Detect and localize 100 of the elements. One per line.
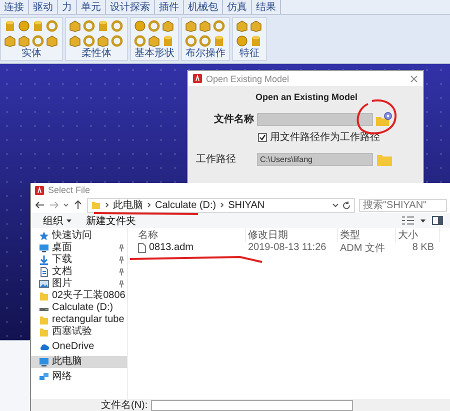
up-arrow-icon[interactable] <box>73 200 83 210</box>
ribbon-tab[interactable]: 设计探索 <box>106 0 155 14</box>
pin-icon[interactable] <box>118 256 125 264</box>
working-directory-field[interactable]: C:\Users\lifang <box>257 152 373 166</box>
ring-icon[interactable] <box>83 34 95 46</box>
group-label: 柔性体 <box>82 48 112 60</box>
address-bar[interactable]: 此电脑 Calculate (D:) SHIYAN <box>87 198 355 212</box>
box-icon[interactable] <box>46 34 58 46</box>
ribbon-tab[interactable]: 单元 <box>77 0 106 14</box>
file-name: 0813.adm <box>149 242 194 253</box>
sidebar-item[interactable]: Calculate (D:) <box>31 302 116 314</box>
box-icon[interactable] <box>162 20 174 32</box>
column-header[interactable]: 修改日期 <box>246 228 338 242</box>
search-field[interactable]: 搜索"SHIYAN" <box>359 198 447 212</box>
organize-button[interactable]: 组织 <box>39 214 76 228</box>
ring-icon[interactable] <box>134 34 146 46</box>
box-icon[interactable] <box>97 34 109 46</box>
network-icon <box>39 372 49 382</box>
sidebar-item[interactable]: 图片 <box>31 278 75 290</box>
box-icon[interactable] <box>148 34 160 46</box>
star-icon <box>39 231 49 241</box>
ribbon-tab[interactable]: 插件 <box>155 0 184 14</box>
window-title: Select File <box>48 185 90 195</box>
ribbon-tab[interactable]: 力 <box>58 0 77 14</box>
table-cell-text: ADM 文件 <box>339 242 386 254</box>
preview-pane-icon[interactable] <box>432 216 443 225</box>
box-icon[interactable] <box>69 20 81 32</box>
box-icon[interactable] <box>236 20 248 32</box>
close-icon[interactable] <box>410 74 418 82</box>
box-icon[interactable] <box>250 20 262 32</box>
ring-icon[interactable] <box>46 20 58 32</box>
field-label: 文件名称 <box>213 112 254 126</box>
view-list-icon[interactable] <box>402 216 414 225</box>
caret-icon[interactable] <box>332 201 339 209</box>
box-icon[interactable] <box>69 34 81 46</box>
sidebar-item[interactable]: 下载 <box>31 254 75 266</box>
sidebar-item[interactable]: 西塞试验 <box>31 326 95 338</box>
ribbon-tab[interactable]: 机械包 <box>184 0 223 14</box>
breadcrumb-item[interactable]: Calculate (D:) <box>155 200 216 210</box>
cylinder-icon[interactable] <box>250 34 262 46</box>
sidebar-item[interactable]: 网络 <box>31 371 75 383</box>
ribbon-tab[interactable]: 连接 <box>0 0 29 14</box>
ball-icon[interactable] <box>134 20 146 32</box>
ribbon-tab[interactable]: 结果 <box>252 0 281 14</box>
ring-icon[interactable] <box>111 20 123 32</box>
ring-icon[interactable] <box>148 20 160 32</box>
sidebar-item[interactable]: 文档 <box>31 266 75 278</box>
cloud-icon <box>39 342 49 352</box>
app-icon <box>193 74 202 83</box>
box-icon[interactable] <box>18 34 30 46</box>
ring-icon[interactable] <box>111 34 123 46</box>
ring-icon[interactable] <box>32 34 44 46</box>
refresh-icon[interactable] <box>342 200 351 210</box>
box-icon[interactable] <box>185 20 197 32</box>
ring-icon[interactable] <box>83 20 95 32</box>
file-row[interactable]: 0813.adm 2019-08-13 11:26 ADM 文件 8 KB <box>136 241 450 254</box>
ball-icon[interactable] <box>18 20 30 32</box>
breadcrumb-item[interactable]: SHIYAN <box>228 200 265 210</box>
sidebar-item[interactable]: 快速访问 <box>31 230 95 242</box>
dialog-heading: Open an Existing Model <box>255 92 358 102</box>
sidebar-item[interactable]: OneDrive <box>31 341 98 353</box>
new-folder-button[interactable]: 新建文件夹 <box>82 214 140 228</box>
cylinder-icon[interactable] <box>32 20 44 32</box>
group-label: 特征 <box>240 48 260 60</box>
breadcrumb-item[interactable]: 此电脑 <box>113 198 143 212</box>
sidebar-item[interactable]: 02夹子工装0806 <box>31 290 128 302</box>
ribbon-tab[interactable]: 仿真 <box>223 0 252 14</box>
column-header[interactable]: 类型 <box>338 228 396 242</box>
cylinder-icon[interactable] <box>213 34 225 46</box>
checkbox[interactable] <box>258 132 267 142</box>
cylinder-icon[interactable] <box>4 20 16 32</box>
sidebar-item[interactable]: 此电脑 <box>31 356 127 368</box>
folder-icon <box>39 291 49 301</box>
box-icon[interactable] <box>199 20 211 32</box>
folder-gear-icon[interactable] <box>376 112 393 126</box>
ring-icon[interactable] <box>185 34 197 46</box>
table-cell-text: 2019-08-13 11:26 <box>247 242 328 253</box>
box-icon[interactable] <box>4 34 16 46</box>
back-arrow-icon[interactable] <box>35 200 45 210</box>
cylinder-icon[interactable] <box>162 34 174 46</box>
computer-icon <box>39 357 49 367</box>
ball-icon[interactable] <box>236 34 248 46</box>
caret-icon <box>66 218 72 224</box>
column-header[interactable]: 大小 <box>396 228 440 242</box>
sidebar-item[interactable]: rectangular tube <box>31 314 128 326</box>
file-name-field[interactable] <box>257 112 373 126</box>
ring-icon[interactable] <box>199 34 211 46</box>
ring-icon[interactable] <box>213 20 225 32</box>
ribbon-tab[interactable]: 驱动 <box>29 0 58 14</box>
column-header[interactable]: 名称 <box>136 228 246 242</box>
chevron-icon <box>146 201 152 209</box>
pin-icon[interactable] <box>118 244 125 252</box>
file-name-field[interactable] <box>150 400 353 410</box>
pin-icon[interactable] <box>118 280 125 288</box>
forward-arrow-icon[interactable] <box>49 200 59 210</box>
pin-icon[interactable] <box>118 268 125 276</box>
sidebar-item[interactable]: 桌面 <box>31 242 75 254</box>
app-icon <box>35 186 44 194</box>
caret-icon[interactable] <box>420 218 426 224</box>
cylinder-icon[interactable] <box>97 20 109 32</box>
